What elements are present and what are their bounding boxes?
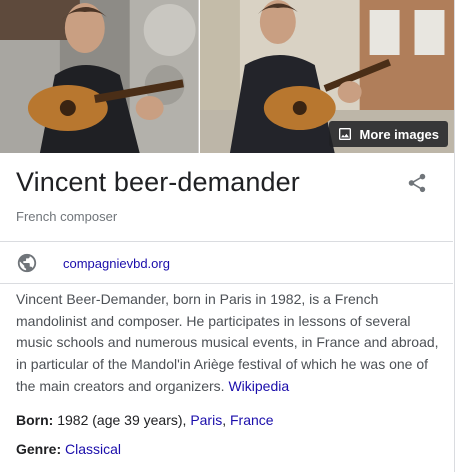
fact-genre: Genre: Classical: [16, 439, 121, 459]
divider: [0, 241, 453, 242]
fact-value: 1982 (age 39 years),: [57, 412, 187, 428]
fact-label: Born:: [16, 412, 54, 428]
born-city-link[interactable]: Paris: [190, 412, 222, 428]
divider: [0, 283, 453, 284]
image-icon: [338, 128, 351, 140]
fact-born: Born: 1982 (age 39 years), Paris, France: [16, 410, 274, 430]
more-images-button[interactable]: More images: [328, 121, 448, 147]
photo-mandolinist-1: [0, 0, 199, 153]
knowledge-panel: More images Vincent beer-demander French…: [0, 0, 455, 472]
born-country-link[interactable]: France: [230, 412, 274, 428]
share-icon[interactable]: [406, 172, 428, 194]
photo-thumbnail[interactable]: More images: [199, 0, 454, 153]
globe-icon: [17, 253, 37, 273]
wikipedia-link[interactable]: Wikipedia: [228, 378, 289, 394]
entity-title: Vincent beer-demander: [16, 167, 300, 197]
title-block: Vincent beer-demander French composer: [16, 165, 454, 224]
entity-subtitle: French composer: [16, 209, 118, 224]
more-images-label: More images: [359, 126, 439, 142]
entity-description: Vincent Beer-Demander, born in Paris in …: [16, 289, 444, 398]
fact-label: Genre:: [16, 441, 62, 457]
photo-thumbnail[interactable]: [0, 0, 199, 153]
website-link[interactable]: compagnievbd.org: [63, 256, 170, 271]
genre-link[interactable]: Classical: [65, 441, 121, 457]
fact-separator: ,: [222, 412, 227, 428]
image-strip: More images: [0, 0, 454, 153]
website-row: compagnievbd.org: [16, 251, 170, 275]
